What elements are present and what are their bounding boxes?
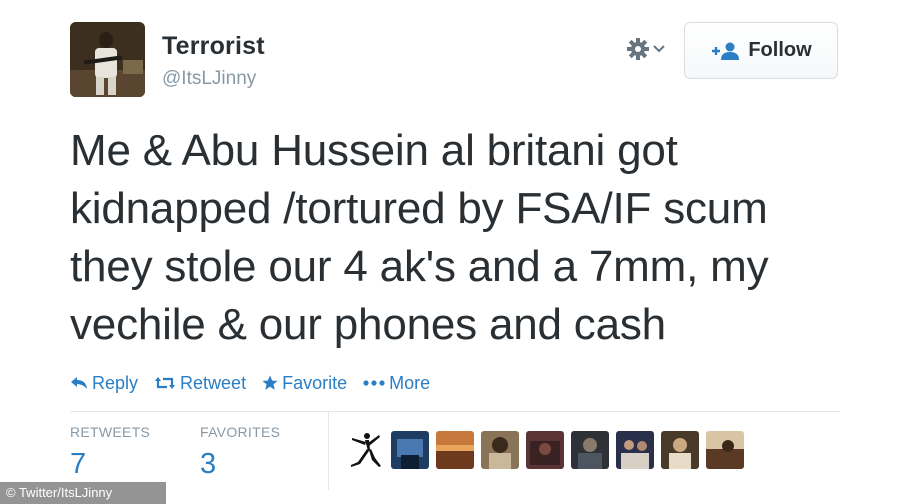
- reply-icon: [71, 377, 87, 389]
- reply-button[interactable]: Reply: [70, 373, 138, 394]
- favoriter-avatar[interactable]: [391, 431, 429, 469]
- retweets-label: RETWEETS: [70, 424, 151, 440]
- more-dots-icon: [363, 380, 385, 386]
- image-credit: © Twitter/ItsLJinny: [0, 482, 166, 504]
- stats-vertical-divider: [328, 412, 329, 490]
- retweets-stat[interactable]: RETWEETS 7: [70, 424, 150, 481]
- favoriter-avatar[interactable]: [526, 431, 564, 469]
- user-avatar[interactable]: [70, 22, 145, 97]
- reply-label: Reply: [92, 372, 139, 393]
- tweet-actions: Reply Retweet Favorite More: [70, 371, 430, 395]
- favoriter-avatar[interactable]: [661, 431, 699, 469]
- stats-divider: [70, 411, 840, 412]
- retweet-icon: [155, 377, 176, 389]
- favoriter-avatar[interactable]: [616, 431, 654, 469]
- tweet-card: Terrorist @ItsLJinny Follow Me & Abu Hus…: [0, 0, 900, 504]
- favorites-label: FAVORITES: [200, 424, 281, 440]
- screen-name[interactable]: @ItsLJinny: [162, 68, 256, 90]
- follow-label: Follow: [748, 39, 812, 61]
- follow-button[interactable]: Follow: [684, 22, 838, 79]
- favorite-label: Favorite: [282, 372, 348, 393]
- gear-icon: [627, 38, 649, 60]
- favorite-button[interactable]: Favorite: [262, 373, 347, 394]
- favoriter-avatar[interactable]: [481, 431, 519, 469]
- add-user-icon: [712, 42, 740, 60]
- jumpman-logo-icon[interactable]: [346, 431, 384, 469]
- tweet-text: Me & Abu Hussein al britani got kidnappe…: [70, 126, 769, 349]
- favorites-stat[interactable]: FAVORITES 3: [200, 424, 280, 481]
- favoriter-avatars: [346, 430, 744, 470]
- favoriter-avatar[interactable]: [706, 431, 744, 469]
- user-actions-menu[interactable]: [626, 34, 676, 64]
- star-icon: [262, 375, 278, 390]
- retweet-button[interactable]: Retweet: [154, 373, 246, 394]
- favoriter-avatar[interactable]: [436, 431, 474, 469]
- favoriter-avatar[interactable]: [571, 431, 609, 469]
- display-name[interactable]: Terrorist: [162, 32, 265, 61]
- retweet-label: Retweet: [180, 372, 247, 393]
- retweets-count: 7: [70, 448, 87, 480]
- more-label: More: [389, 372, 431, 393]
- favorites-count: 3: [200, 448, 217, 480]
- chevron-down-icon: [653, 45, 665, 53]
- more-button[interactable]: More: [363, 373, 430, 394]
